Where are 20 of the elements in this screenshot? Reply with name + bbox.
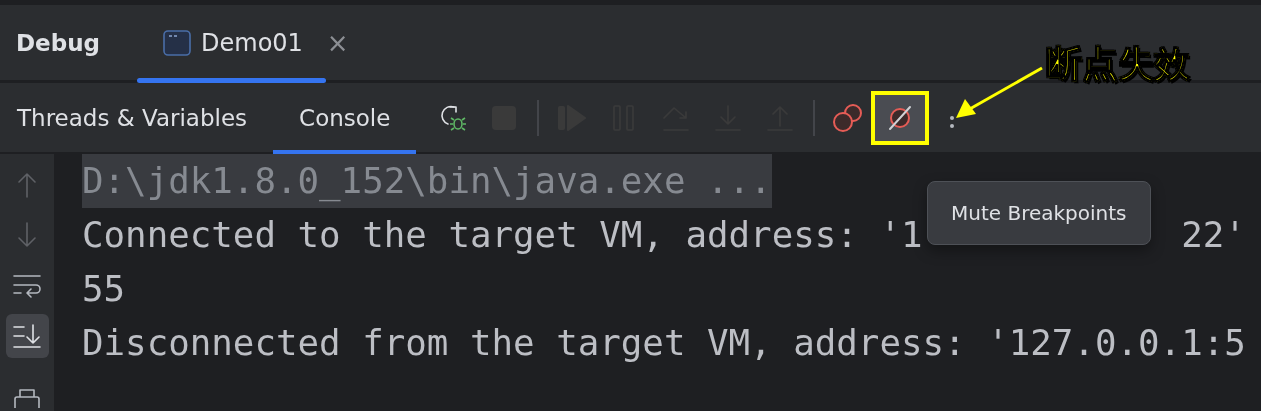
soft-wrap-icon bbox=[12, 272, 42, 299]
panel-title: Debug bbox=[16, 29, 101, 56]
down-arrow-icon bbox=[16, 221, 38, 250]
more-icon bbox=[949, 114, 956, 129]
close-button[interactable]: × bbox=[326, 27, 349, 58]
console-tab[interactable]: Console bbox=[273, 83, 417, 152]
console-line: Connected to the target VM, address: '1 bbox=[82, 213, 923, 257]
gutter-button[interactable] bbox=[5, 313, 49, 358]
console-line: Disconnected from the target VM, address: '127.0.0.1:5 bbox=[82, 321, 1246, 365]
console-tab[interactable]: Threads & Variables bbox=[0, 83, 274, 152]
console-text: 22' bbox=[1181, 213, 1246, 257]
printer-icon bbox=[13, 388, 41, 408]
toolbar-button[interactable] bbox=[871, 90, 930, 145]
breakpoints-icon bbox=[833, 102, 864, 133]
scroll-to-end-icon bbox=[12, 322, 42, 349]
console-line: 55 bbox=[82, 267, 126, 311]
console-window-icon bbox=[163, 29, 191, 56]
annotation-label: 断点失效 bbox=[1046, 42, 1190, 86]
up-arrow-icon bbox=[16, 171, 38, 200]
tooltip: Mute Breakpoints bbox=[927, 181, 1151, 245]
